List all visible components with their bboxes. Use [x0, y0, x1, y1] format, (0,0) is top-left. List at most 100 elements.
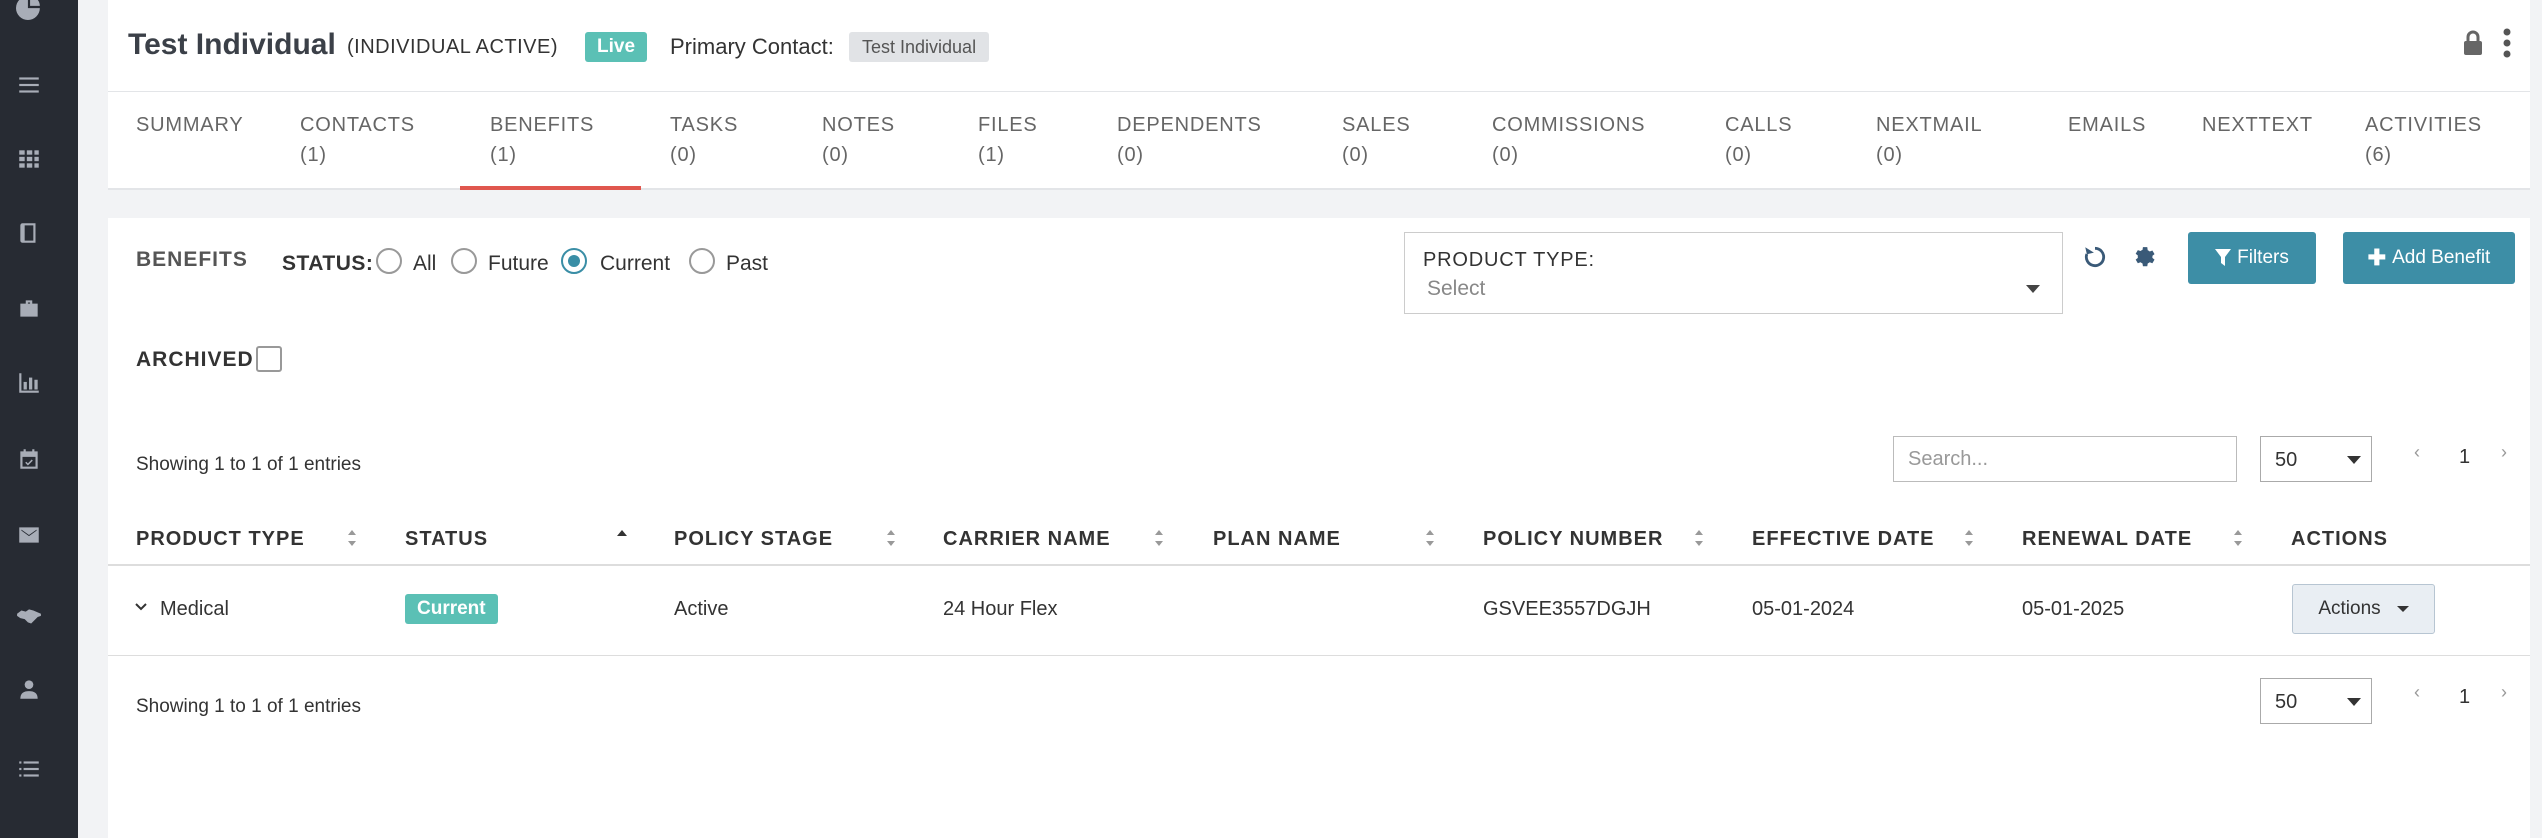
tab-count: (1)	[978, 144, 1005, 166]
col-status[interactable]: STATUS	[405, 528, 488, 551]
status-radio-future[interactable]	[451, 248, 477, 274]
col-carrier-name[interactable]: CARRIER NAME	[943, 528, 1111, 551]
next-page-icon[interactable]: ›	[2501, 682, 2507, 703]
sort-icon[interactable]	[1963, 528, 1975, 548]
tab-contacts[interactable]: CONTACTS (1)	[300, 110, 415, 170]
sort-icon[interactable]	[346, 528, 358, 548]
tab-label: DEPENDENTS	[1117, 114, 1262, 136]
sort-icon[interactable]	[2232, 528, 2244, 548]
prev-page-icon[interactable]: ‹	[2414, 682, 2420, 703]
archived-label: ARCHIVED	[136, 348, 254, 371]
tab-label: ACTIVITIES	[2365, 114, 2482, 136]
sort-icon[interactable]	[885, 528, 897, 548]
col-effective-date[interactable]: EFFECTIVE DATE	[1752, 528, 1935, 551]
gear-icon[interactable]	[2132, 244, 2158, 270]
tab-label: COMMISSIONS	[1492, 114, 1646, 136]
status-option-label: Current	[600, 252, 671, 275]
tab-label: NEXTTEXT	[2202, 114, 2313, 136]
envelope-icon[interactable]	[16, 522, 42, 548]
product-type-placeholder: Select	[1427, 277, 1486, 300]
table-header: PRODUCT TYPE STATUS POLICY STAGE CARRIER…	[108, 508, 2530, 566]
tab-notes[interactable]: NOTES (0)	[822, 110, 895, 170]
status-filter-label: STATUS:	[282, 252, 374, 275]
lock-icon[interactable]	[2462, 30, 2484, 56]
col-renewal-date[interactable]: RENEWAL DATE	[2022, 528, 2192, 551]
tab-sales[interactable]: SALES (0)	[1342, 110, 1410, 170]
tab-benefits[interactable]: BENEFITS (1)	[490, 110, 594, 170]
product-type-label: PRODUCT TYPE:	[1423, 249, 1595, 271]
tab-tasks[interactable]: TASKS (0)	[670, 110, 738, 170]
search-input[interactable]	[1893, 436, 2237, 482]
tab-nextmail[interactable]: NEXTMAIL (0)	[1876, 110, 1982, 170]
status-radio-past[interactable]	[689, 248, 715, 274]
chevron-down-icon[interactable]	[134, 600, 148, 614]
status-badge: Current	[405, 594, 498, 624]
filter-icon	[2215, 249, 2232, 266]
current-page-bottom[interactable]: 1	[2459, 686, 2470, 709]
calendar-check-icon[interactable]	[16, 446, 42, 472]
tab-label: BENEFITS	[490, 114, 595, 136]
tab-count: (1)	[490, 144, 517, 166]
tab-activities[interactable]: ACTIVITIES (6)	[2365, 110, 2482, 170]
sort-ascending-icon[interactable]	[616, 528, 628, 548]
reset-icon[interactable]	[2082, 244, 2108, 270]
tab-count: (0)	[1876, 144, 1903, 166]
cell-renewal-date: 05-01-2025	[2022, 598, 2125, 620]
add-benefit-button[interactable]: ✚ Add Benefit	[2343, 232, 2515, 284]
handshake-icon[interactable]	[16, 604, 42, 630]
tab-commissions[interactable]: COMMISSIONS (0)	[1492, 110, 1645, 170]
tab-emails[interactable]: EMAILS	[2068, 110, 2146, 140]
more-options-icon[interactable]	[2500, 28, 2514, 58]
pie-chart-icon[interactable]	[16, 0, 42, 20]
tab-files[interactable]: FILES (1)	[978, 110, 1038, 170]
tab-summary[interactable]: SUMMARY	[136, 110, 243, 140]
user-icon[interactable]	[16, 676, 42, 702]
current-page[interactable]: 1	[2459, 446, 2470, 469]
tab-calls[interactable]: CALLS (0)	[1725, 110, 1792, 170]
record-status-text: (INDIVIDUAL ACTIVE)	[347, 36, 559, 58]
tab-label: CONTACTS	[300, 114, 415, 136]
col-plan-name[interactable]: PLAN NAME	[1213, 528, 1341, 551]
actions-button-label: Actions	[2318, 598, 2381, 619]
tab-nexttext[interactable]: NEXTTEXT	[2202, 110, 2313, 140]
page-size-select-bottom[interactable]: 50	[2260, 678, 2372, 724]
prev-page-icon[interactable]: ‹	[2414, 442, 2420, 463]
tab-label: TASKS	[670, 114, 739, 136]
tab-label: EMAILS	[2068, 114, 2147, 136]
next-page-icon[interactable]: ›	[2501, 442, 2507, 463]
col-policy-number[interactable]: POLICY NUMBER	[1483, 528, 1663, 551]
cell-carrier-name: 24 Hour Flex	[943, 598, 1058, 620]
entries-info-top: Showing 1 to 1 of 1 entries	[136, 454, 361, 475]
grid-icon[interactable]	[16, 146, 42, 172]
page-size-select[interactable]: 50	[2260, 436, 2372, 482]
sort-icon[interactable]	[1693, 528, 1705, 548]
col-policy-stage[interactable]: POLICY STAGE	[674, 528, 833, 551]
archived-checkbox[interactable]	[256, 346, 282, 372]
briefcase-icon[interactable]	[16, 296, 42, 322]
sort-icon[interactable]	[1424, 528, 1436, 548]
cell-policy-stage: Active	[674, 598, 729, 620]
actions-dropdown-button[interactable]: Actions	[2292, 584, 2435, 634]
col-product-type[interactable]: PRODUCT TYPE	[136, 528, 305, 551]
caret-down-icon	[2396, 606, 2409, 612]
list-icon[interactable]	[16, 72, 42, 98]
chevron-down-icon	[2026, 285, 2040, 293]
primary-contact-badge[interactable]: Test Individual	[849, 32, 990, 62]
book-icon[interactable]	[16, 220, 42, 246]
table-row: Medical Current Active 24 Hour Flex GSVE…	[108, 566, 2530, 656]
plus-icon: ✚	[2367, 245, 2387, 270]
list-bullets-icon[interactable]	[16, 756, 42, 782]
cell-effective-date: 05-01-2024	[1752, 598, 1855, 620]
tab-label: NOTES	[822, 114, 895, 136]
status-radio-current[interactable]	[561, 248, 587, 274]
tab-label: NEXTMAIL	[1876, 114, 1983, 136]
filters-button-label: Filters	[2237, 247, 2289, 268]
filters-button[interactable]: Filters	[2188, 232, 2316, 284]
tab-dependents[interactable]: DEPENDENTS (0)	[1117, 110, 1262, 170]
status-radio-all[interactable]	[376, 248, 402, 274]
bar-chart-icon[interactable]	[16, 370, 42, 396]
status-option-label: Future	[488, 252, 549, 275]
product-type-select[interactable]: PRODUCT TYPE: Select	[1404, 232, 2063, 314]
sort-icon[interactable]	[1153, 528, 1165, 548]
tab-count: (0)	[1117, 144, 1144, 166]
